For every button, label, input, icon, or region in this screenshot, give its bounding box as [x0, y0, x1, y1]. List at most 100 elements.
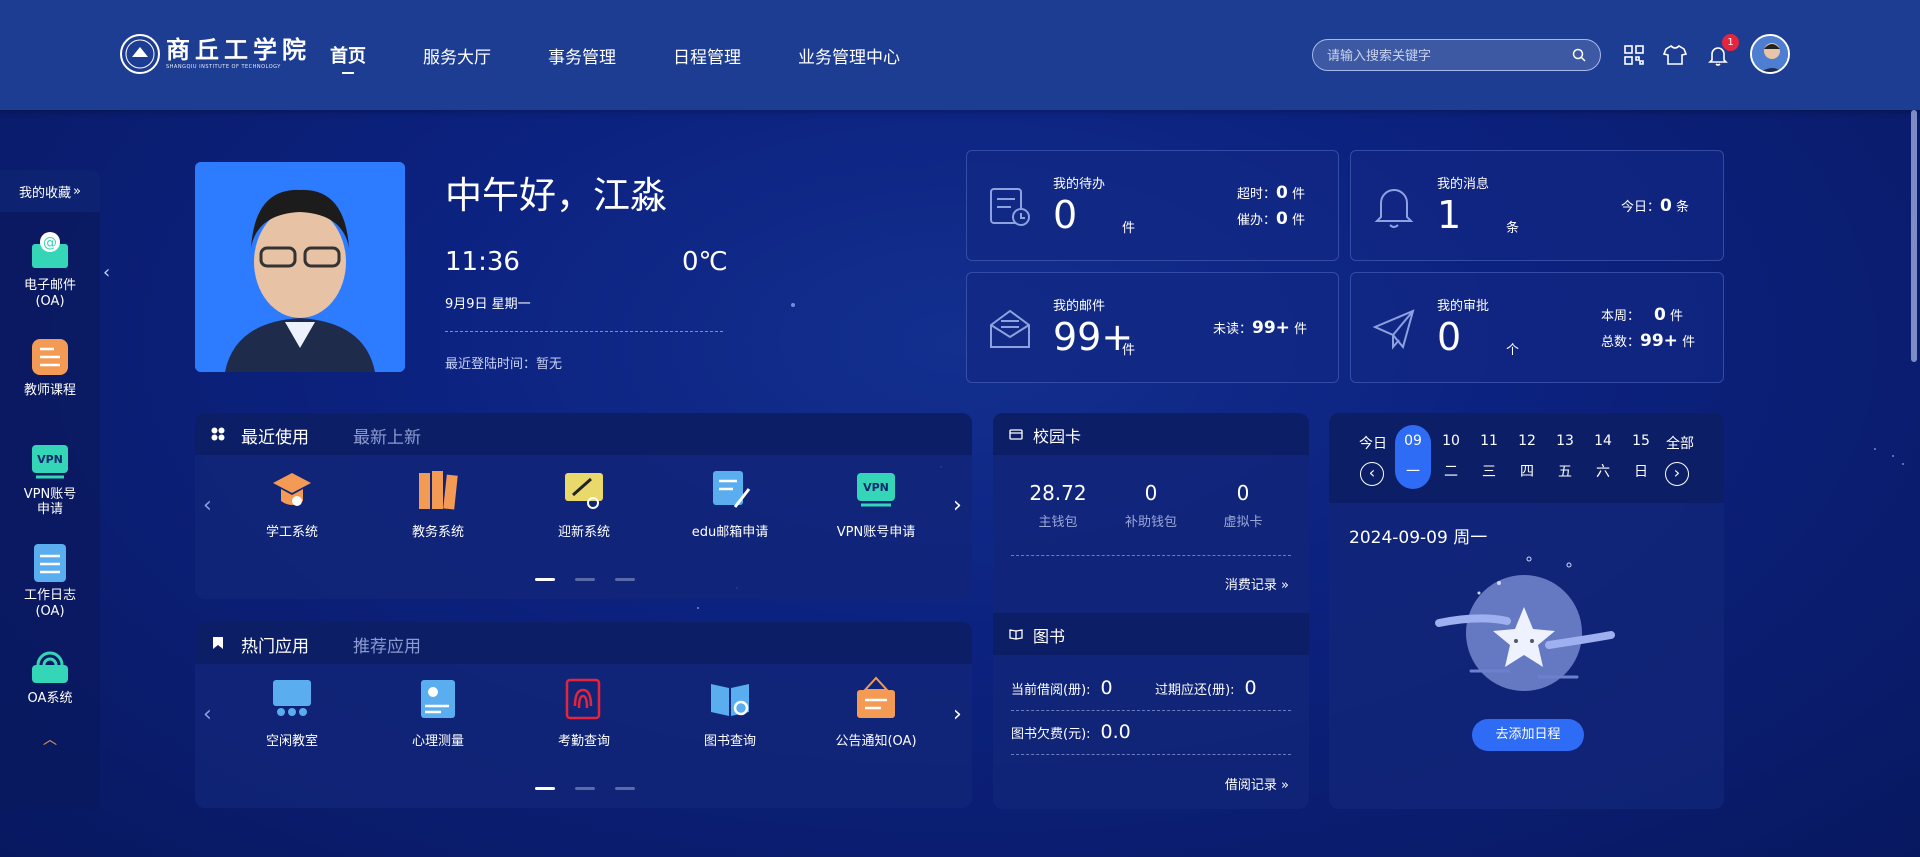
cal-day-12[interactable]: 12: [1512, 433, 1542, 449]
nav-service-hall[interactable]: 服务大厅: [423, 43, 491, 68]
todo-title: 我的待办: [1053, 177, 1106, 192]
cal-week-mon: 一: [1406, 464, 1420, 480]
mail-unread: 未读：99+ 件: [1213, 318, 1308, 338]
sidebar-item-oa[interactable]: OA系统: [0, 643, 100, 707]
cal-day-15[interactable]: 15: [1626, 433, 1656, 449]
chevron-up-icon[interactable]: ︿: [0, 729, 100, 749]
notice-icon: [857, 676, 895, 718]
library-fee: 图书欠费(元): 0.0: [1011, 721, 1131, 743]
app-psych[interactable]: 心理测量: [383, 676, 493, 749]
sidebar-item-label: 工作日志(OA): [23, 587, 76, 619]
school-logo[interactable]: 商丘工学院 SHANGQIU INSTITUTE OF TECHNOLOGY: [120, 32, 311, 76]
sidebar-item-label: 电子邮件(OA): [23, 278, 76, 309]
sidebar-item-worklog[interactable]: 工作日志(OA): [0, 540, 100, 619]
search-icon[interactable]: [1572, 48, 1586, 62]
carousel-dots[interactable]: [535, 578, 635, 581]
today-link[interactable]: 今日: [1359, 433, 1387, 453]
sidebar-item-email[interactable]: @ 电子邮件(OA): [0, 230, 100, 309]
borrow-record-link[interactable]: 借阅记录 »: [1225, 774, 1289, 793]
shirt-icon[interactable]: [1662, 42, 1688, 68]
app-notice[interactable]: 公告通知(OA): [821, 676, 931, 749]
app-yingxin[interactable]: 迎新系统: [529, 467, 639, 540]
consume-record-link[interactable]: 消费记录 »: [1225, 574, 1289, 593]
school-seal-icon: [120, 34, 160, 74]
sidebar-item-label: OA系统: [27, 691, 73, 707]
todo-card[interactable]: 我的待办 0 件 超时：0 件 催办：0 件: [966, 150, 1339, 261]
qrcode-icon[interactable]: [1621, 42, 1647, 68]
main-wallet: 28.72 主钱包: [1029, 481, 1087, 530]
app-label: 空闲教室: [265, 734, 318, 749]
book-icon: [1009, 629, 1023, 640]
prev-week-icon[interactable]: ‹: [1360, 462, 1384, 486]
app-book-search[interactable]: 图书查询: [675, 676, 785, 749]
vpn-icon: VPN: [32, 444, 68, 479]
app-xuegong[interactable]: 学工系统: [237, 467, 347, 540]
tab-hot[interactable]: 热门应用: [241, 632, 309, 657]
svg-text:VPN: VPN: [37, 453, 63, 466]
nav-home[interactable]: 首页: [330, 42, 366, 68]
approval-unit: 个: [1506, 343, 1520, 358]
library-title: 图书: [1033, 627, 1066, 646]
app-attendance[interactable]: 考勤查询: [529, 676, 639, 749]
next-arrow-icon[interactable]: ›: [953, 493, 962, 518]
cal-week-thu: 四: [1520, 464, 1534, 480]
app-label: 心理测量: [411, 734, 464, 749]
bell-icon[interactable]: 1: [1705, 34, 1739, 68]
cal-day-10[interactable]: 10: [1436, 433, 1466, 449]
prev-arrow-icon[interactable]: ‹: [203, 702, 212, 727]
all-link[interactable]: 全部: [1666, 433, 1694, 453]
user-avatar[interactable]: [1750, 34, 1790, 74]
approval-card[interactable]: 我的审批 0 个 本周： 0 件 总数：99+ 件: [1350, 272, 1724, 383]
prev-arrow-icon[interactable]: ‹: [203, 493, 212, 518]
nav-schedule[interactable]: 日程管理: [673, 43, 741, 68]
logo-chinese-name: 商丘工学院: [166, 35, 311, 64]
current-date: 9月9日 星期一: [445, 297, 531, 312]
favorites-sidebar: 我的收藏» @ 电子邮件(OA) 教师课程 VPN VPN账号申请 工作日志(O…: [0, 170, 100, 810]
next-arrow-icon[interactable]: ›: [953, 702, 962, 727]
favorites-title[interactable]: 我的收藏»: [0, 170, 100, 212]
cal-day-13[interactable]: 13: [1550, 433, 1580, 449]
recent-apps-panel: 最近使用 最新上新 ‹ › 学工系统 教务系统 迎新系统 edu邮箱申请 VPN…: [195, 413, 972, 599]
empty-schedule-illustration: [1435, 556, 1615, 691]
fingerprint-icon: [565, 678, 601, 720]
tab-recommend[interactable]: 推荐应用: [353, 632, 421, 657]
app-label: edu邮箱申请: [691, 525, 769, 540]
mail-title: 我的邮件: [1053, 299, 1106, 314]
page-scrollbar[interactable]: [1911, 110, 1917, 362]
message-card[interactable]: 我的消息 1 条 今日：0 条: [1350, 150, 1724, 261]
approval-total: 总数：99+ 件: [1601, 331, 1696, 351]
add-schedule-button[interactable]: 去添加日程: [1472, 719, 1584, 751]
email-icon: @: [32, 232, 68, 268]
nav-affairs[interactable]: 事务管理: [548, 43, 616, 68]
mail-card[interactable]: 我的邮件 99+ 件 未读：99+ 件: [966, 272, 1339, 383]
profile-photo: [195, 162, 405, 372]
tab-recent[interactable]: 最近使用: [241, 423, 309, 448]
todo-count: 0: [1053, 193, 1078, 237]
app-edu-mail[interactable]: edu邮箱申请: [675, 467, 785, 540]
tab-new[interactable]: 最新上新: [353, 423, 421, 448]
todo-unit: 件: [1122, 221, 1136, 236]
logo-english-name: SHANGQIU INSTITUTE OF TECHNOLOGY: [166, 64, 281, 70]
approval-week: 本周： 0 件: [1601, 305, 1684, 325]
app-classroom[interactable]: 空闲教室: [237, 676, 347, 749]
nav-business-center[interactable]: 业务管理中心: [798, 43, 900, 68]
app-label: VPN账号申请: [836, 525, 916, 540]
carousel-dots[interactable]: [535, 787, 635, 790]
hot-apps-panel: 热门应用 推荐应用 ‹ › 空闲教室 心理测量 考勤查询 图书查询 公告通知(O…: [195, 622, 972, 808]
todo-icon: [990, 188, 1030, 226]
app-jiaowu[interactable]: 教务系统: [383, 467, 493, 540]
cal-day-11[interactable]: 11: [1474, 433, 1504, 449]
sidebar-item-vpn[interactable]: VPN VPN账号申请: [0, 439, 100, 518]
next-week-icon[interactable]: ›: [1665, 462, 1689, 486]
cal-day-14[interactable]: 14: [1588, 433, 1618, 449]
sidebar-item-course[interactable]: 教师课程: [0, 335, 100, 399]
classroom-icon: [273, 680, 311, 716]
selected-date: 2024-09-09 周一: [1349, 528, 1488, 548]
cal-day-09[interactable]: 09: [1398, 433, 1428, 449]
app-vpn[interactable]: VPN VPN账号申请: [821, 467, 931, 540]
app-label: 图书查询: [703, 734, 756, 749]
sidebar-collapse-icon[interactable]: ‹: [103, 262, 110, 283]
search-input[interactable]: [1327, 47, 1572, 63]
message-count: 1: [1437, 193, 1462, 237]
svg-text:VPN: VPN: [863, 481, 889, 494]
